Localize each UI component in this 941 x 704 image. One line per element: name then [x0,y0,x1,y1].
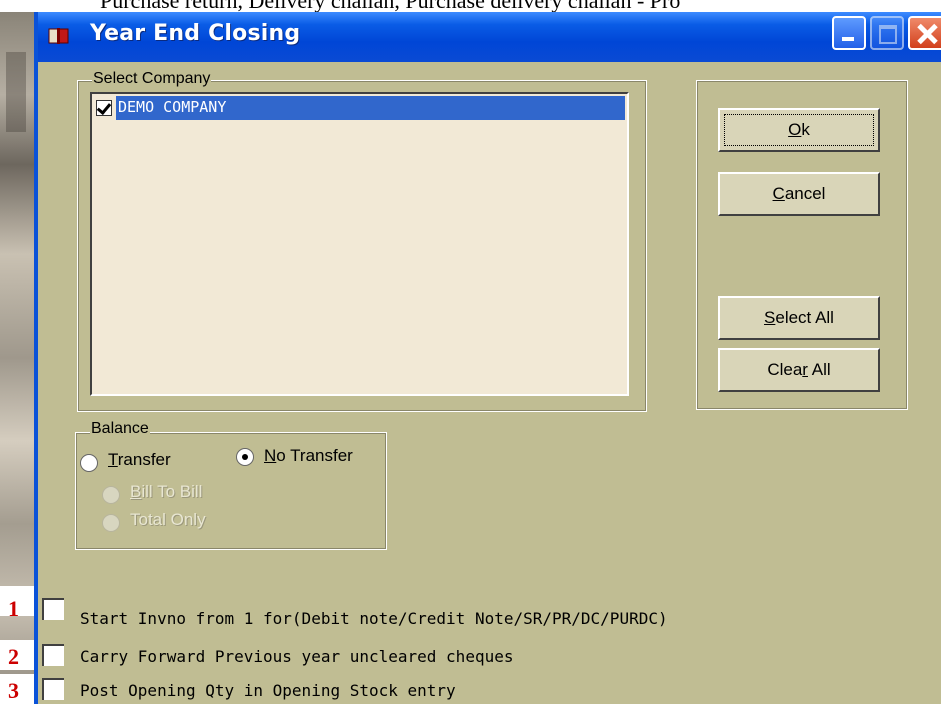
title-bar[interactable]: Year End Closing [38,12,941,62]
window-title: Year End Closing [90,21,301,46]
select-all-button[interactable]: Select All [718,296,880,340]
transfer-label-rest: ransfer [117,450,171,469]
option-checkbox-start-invno[interactable] [42,598,64,620]
cancel-mnemonic: C [772,184,785,203]
maximize-icon [870,16,904,50]
ok-button[interactable]: Ok [718,108,880,152]
option-number: 3 [8,678,19,703]
select-company-label: Select Company [92,70,212,88]
clear-all-label: All [807,360,831,379]
clear-all-button[interactable]: Clear All [718,348,880,392]
clear-all-label-pre: Clea [767,360,803,379]
transfer-radio[interactable] [80,454,98,472]
option-label-carry-forward: Carry Forward Previous year uncleared ch… [80,647,514,666]
option-label-start-invno: Start Invno from 1 for(Debit note/Credit… [80,609,668,628]
company-list[interactable]: DEMO COMPANY [90,92,629,396]
focus-rect [724,114,874,146]
option-label-post-opening-qty: Post Opening Qty in Opening Stock entry [80,681,456,700]
no-transfer-radio[interactable] [236,448,254,466]
select-all-label: elect All [775,308,834,327]
option-checkbox-post-opening-qty[interactable] [42,678,64,700]
close-icon[interactable] [908,16,941,50]
book-icon [48,28,69,44]
bill-to-bill-label: Bill To Bill [130,482,202,502]
no-transfer-mnemonic: N [264,446,277,465]
minimize-icon[interactable] [832,16,866,50]
no-transfer-label[interactable]: No Transfer [264,446,353,466]
bill-to-bill-radio [102,486,120,504]
select-all-mnemonic: S [764,308,776,327]
company-checkbox[interactable] [96,100,112,116]
background-title-text: Purchase return, Delivery challan, Purch… [100,0,680,12]
cancel-button[interactable]: Cancel [718,172,880,216]
total-only-radio [102,514,120,532]
cancel-label: ancel [784,184,826,203]
bill-to-bill-label-rest: ill To Bill [141,482,203,501]
no-transfer-label-rest: o Transfer [276,446,353,465]
company-name[interactable]: DEMO COMPANY [116,96,625,120]
option-number: 2 [8,644,19,669]
background-window-text: Purchase return, Delivery challan, Purch… [0,0,941,12]
bill-to-bill-mnemonic: B [130,482,142,501]
option-number: 1 [8,596,19,621]
option-checkbox-carry-forward[interactable] [42,644,64,666]
total-only-label: Total Only [130,510,206,529]
year-end-closing-dialog: Year End Closing Select Company DEMO COM… [34,12,941,704]
list-item[interactable]: DEMO COMPANY [94,96,625,120]
balance-label: Balance [90,420,150,438]
transfer-label[interactable]: Transfer [108,450,171,470]
transfer-mnemonic: T [108,450,118,469]
